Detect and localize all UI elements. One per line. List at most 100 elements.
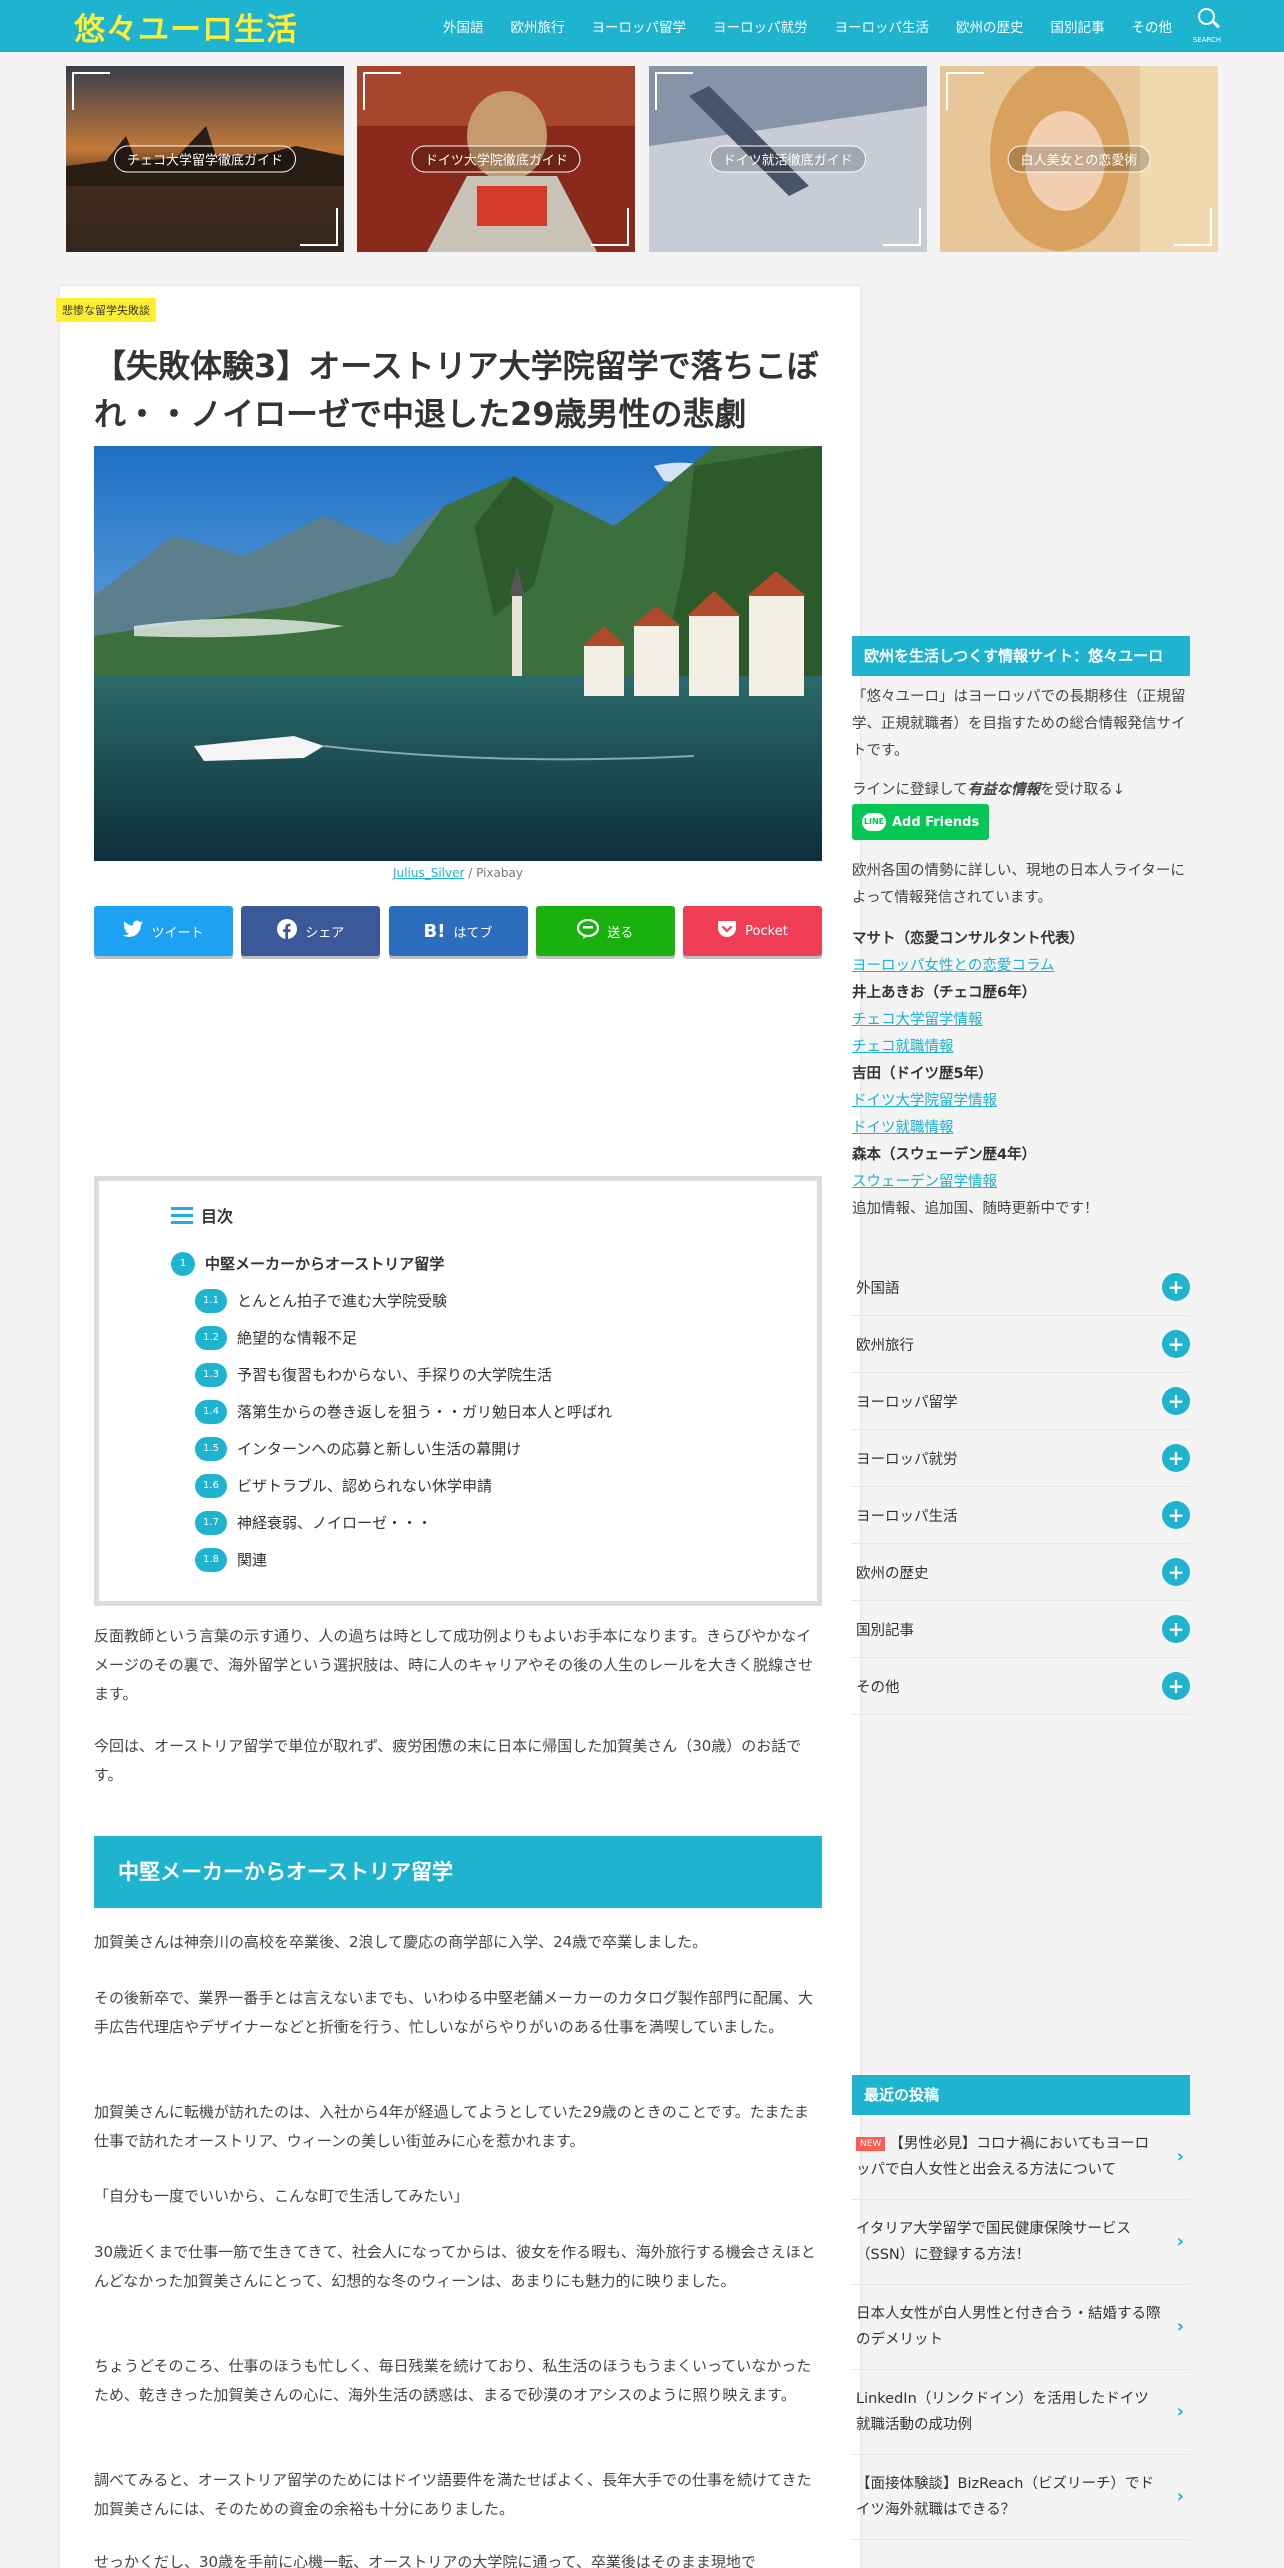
nav-item-europe-life[interactable]: ヨーロッパ生活 [835, 16, 930, 36]
facebook-icon [277, 918, 298, 944]
toc-title: 目次 [171, 1203, 233, 1227]
pocket-icon [717, 920, 737, 943]
intro-paragraph: 反面教師という言葉の示す通り、人の過ちは時として成功例よりもよいお手本になります… [94, 1627, 814, 1703]
pocket-button[interactable]: Pocket [683, 906, 822, 956]
category-item[interactable]: ヨーロッパ就労 + [852, 1430, 1190, 1487]
plus-icon[interactable]: + [1162, 1672, 1190, 1700]
line-icon [577, 918, 600, 944]
article-container: 悲惨な留学失敗談 【失敗体験3】オーストリア大学院留学で落ちこぼれ・・ノイローゼ… [56, 286, 860, 2568]
about-description: 「悠々ユーロ」はヨーロッパでの長期移住（正規留学、正規就職者）を目指すための総合… [852, 689, 1186, 759]
writer-name: 井上あきお（チェコ歴6年） [852, 985, 1037, 1001]
featured-cards: チェコ大学留学徹底ガイド ドイツ大学院徹底ガイド ドイツ就活徹底ガイド 白人美女… [66, 66, 1218, 252]
hatena-bookmark-button[interactable]: B! はてブ [388, 906, 528, 956]
nav-item-europe-history[interactable]: 欧州の歴史 [956, 16, 1024, 36]
category-item[interactable]: ヨーロッパ留学 + [852, 1373, 1190, 1430]
chevron-right-icon: › [1176, 2401, 1184, 2422]
plus-icon[interactable]: + [1162, 1444, 1190, 1472]
featured-card[interactable]: ドイツ大学院徹底ガイド [357, 66, 636, 252]
plus-icon[interactable]: + [1162, 1501, 1190, 1529]
toc-item[interactable]: 1.7 神経衰弱、ノイローゼ・・・ [171, 1504, 612, 1541]
tweet-button[interactable]: ツイート [94, 906, 233, 956]
recent-post-item[interactable]: NEW 【男性必見】コロナ禍においてもヨーロッパで白人女性と出会える方法について › [852, 2115, 1190, 2200]
new-badge: NEW [856, 2137, 886, 2151]
featured-card-label: ドイツ就活徹底ガイド [709, 145, 866, 173]
plus-icon[interactable]: + [1162, 1615, 1190, 1643]
toc-item[interactable]: 1.6 ビザトラブル、認められない休学申請 [171, 1467, 612, 1504]
line-send-button[interactable]: 送る [535, 906, 675, 956]
search-button[interactable]: SEARCH [1192, 6, 1222, 46]
category-item[interactable]: 国別記事 + [852, 1601, 1190, 1658]
body-paragraph: 調べてみると、オーストリア留学のためにはドイツ語要件を満たせばよく、長年大手での… [94, 2471, 812, 2518]
nav-item-country[interactable]: 国別記事 [1051, 16, 1105, 36]
search-label: SEARCH [1192, 36, 1222, 44]
nav-item-europe-travel[interactable]: 欧州旅行 [511, 16, 565, 36]
body-paragraph: その後新卒で、業界一番手とは言えないまでも、いわゆる中堅老舗メーカーのカタログ製… [94, 1989, 813, 2036]
body-paragraph: ちょうどそのころ、仕事のほうも忙しく、毎日残業を続けており、私生活のほうもうまく… [94, 2357, 812, 2404]
category-item[interactable]: 外国語 + [852, 1259, 1190, 1316]
category-item[interactable]: ヨーロッパ生活 + [852, 1487, 1190, 1544]
toc-item[interactable]: 1.5 インターンへの応募と新しい生活の幕開け [171, 1430, 612, 1467]
plus-icon[interactable]: + [1162, 1330, 1190, 1358]
recent-post-item[interactable]: 【面接体験談】BizReach（ビズリーチ）でドイツ海外就職はできる？ › [852, 2455, 1190, 2540]
line-add-friends-button[interactable]: LINE Add Friends [852, 804, 990, 840]
image-credit: Julius_Silver / Pixabay [94, 866, 822, 880]
body-paragraph: 30歳近くまで仕事一筋で生きてきて、社会人になってからは、彼女を作る暇も、海外旅… [94, 2243, 816, 2290]
featured-card[interactable]: ドイツ就活徹底ガイド [648, 66, 927, 252]
share-buttons: ツイート シェア B! はてブ 送る Pocket [94, 906, 822, 956]
body-paragraph: 「自分も一度でいいから、こんな町で生活してみたい」 [94, 2187, 469, 2205]
line-logo-icon: LINE [862, 813, 886, 831]
toc-item[interactable]: 1.2 絶望的な情報不足 [171, 1319, 612, 1356]
body-paragraph: 加賀美さんに転機が訪れたのは、入社から4年が経過してようとしていた29歳のときの… [94, 2103, 809, 2150]
category-item[interactable]: その他 + [852, 1658, 1190, 1715]
update-note: 追加情報、追加国、随時更新中です！ [852, 1201, 1099, 1217]
writer-name: マサト（恋愛コンサルタント代表） [852, 931, 1084, 947]
featured-card-label: チェコ大学留学徹底ガイド [113, 145, 297, 173]
main-nav: 外国語 欧州旅行 ヨーロッパ留学 ヨーロッパ就労 ヨーロッパ生活 欧州の歴史 国… [416, 0, 1172, 52]
writer-link[interactable]: チェコ就職情報 [852, 1034, 1190, 1061]
writer-name: 森本（スウェーデン歴4年） [852, 1147, 1037, 1163]
hallstatt-hero-image [94, 446, 822, 861]
nav-item-foreign-language[interactable]: 外国語 [443, 16, 484, 36]
writers-intro: 欧州各国の情勢に詳しい、現地の日本人ライターによって情報発信されています。 [852, 863, 1185, 906]
plus-icon[interactable]: + [1162, 1387, 1190, 1415]
category-item[interactable]: 欧州の歴史 + [852, 1544, 1190, 1601]
site-logo[interactable]: 悠々ユーロ生活 [74, 4, 298, 49]
nav-item-europe-work[interactable]: ヨーロッパ就労 [713, 16, 808, 36]
recent-post-item[interactable]: 日本人女性が白人男性と付き合う・結婚する際のデメリット › [852, 2285, 1190, 2370]
plus-icon[interactable]: + [1162, 1273, 1190, 1301]
writer-link[interactable]: ヨーロッパ女性との恋愛コラム [852, 953, 1190, 980]
sidebar: 欧州を生活しつくす情報サイト：悠々ユーロ 「悠々ユーロ」はヨーロッパでの長期移住… [852, 620, 1190, 2540]
writer-link[interactable]: ドイツ就職情報 [852, 1115, 1190, 1142]
about-heading: 欧州を生活しつくす情報サイト：悠々ユーロ [852, 636, 1190, 676]
featured-card[interactable]: チェコ大学留学徹底ガイド [66, 66, 344, 252]
toc-item[interactable]: 1.1 とんとん拍子で進む大学院受験 [171, 1282, 612, 1319]
recent-post-item[interactable]: LinkedIn（リンクドイン）を活用したドイツ就職活動の成功例 › [852, 2370, 1190, 2455]
intro-paragraph: 今回は、オーストリア留学で単位が取れず、疲労困憊の末に日本に帰国した加賀美さん（… [94, 1737, 802, 1784]
line-prompt: ラインに登録して有益な情報を受け取る↓ [852, 782, 1125, 798]
recent-post-item[interactable]: イタリア大学留学で国民健康保険サービス（SSN）に登録する方法！ › [852, 2200, 1190, 2285]
list-icon [171, 1206, 193, 1224]
toc-item[interactable]: 1 中堅メーカーからオーストリア留学 [171, 1245, 612, 1282]
toc-item[interactable]: 1.4 落第生からの巻き返しを狙う・・ガリ勉日本人と呼ばれ [171, 1393, 612, 1430]
featured-card[interactable]: 白人美女との恋愛術 [939, 66, 1218, 252]
writer-link[interactable]: チェコ大学留学情報 [852, 1007, 1190, 1034]
nav-item-other[interactable]: その他 [1132, 16, 1173, 36]
category-badge[interactable]: 悲惨な留学失敗談 [56, 298, 156, 322]
featured-card-label: ドイツ大学院徹底ガイド [411, 145, 581, 173]
body-paragraph: せっかくだし、30歳を手前に心機一転、オーストリアの大学院に通って、卒業後はその… [94, 2553, 756, 2568]
writer-link[interactable]: ドイツ大学院留学情報 [852, 1088, 1190, 1115]
facebook-share-button[interactable]: シェア [241, 906, 381, 956]
section-heading: 中堅メーカーからオーストリア留学 [94, 1836, 822, 1908]
nav-item-europe-study[interactable]: ヨーロッパ留学 [592, 16, 687, 36]
toc-item[interactable]: 1.3 予習も復習もわからない、手探りの大学院生活 [171, 1356, 612, 1393]
writer-link[interactable]: スウェーデン留学情報 [852, 1169, 1190, 1196]
category-item[interactable]: 欧州旅行 + [852, 1316, 1190, 1373]
hatena-icon: B! [423, 920, 446, 942]
toc-item[interactable]: 1.8 関連 [171, 1541, 612, 1578]
featured-card-label: 白人美女との恋愛術 [1007, 145, 1151, 173]
table-of-contents: 目次 1 中堅メーカーからオーストリア留学 1.1 とんとん拍子で進む大学院受験 1… [94, 1176, 822, 1606]
body-paragraph: 加賀美さんは神奈川の高校を卒業後、2浪して慶応の商学部に入学、24歳で卒業しまし… [94, 1933, 708, 1951]
writers-list: マサト（恋愛コンサルタント代表） ヨーロッパ女性との恋愛コラム 井上あきお（チェ… [852, 926, 1190, 1223]
credit-author-link[interactable]: Julius_Silver [393, 866, 464, 880]
plus-icon[interactable]: + [1162, 1558, 1190, 1586]
